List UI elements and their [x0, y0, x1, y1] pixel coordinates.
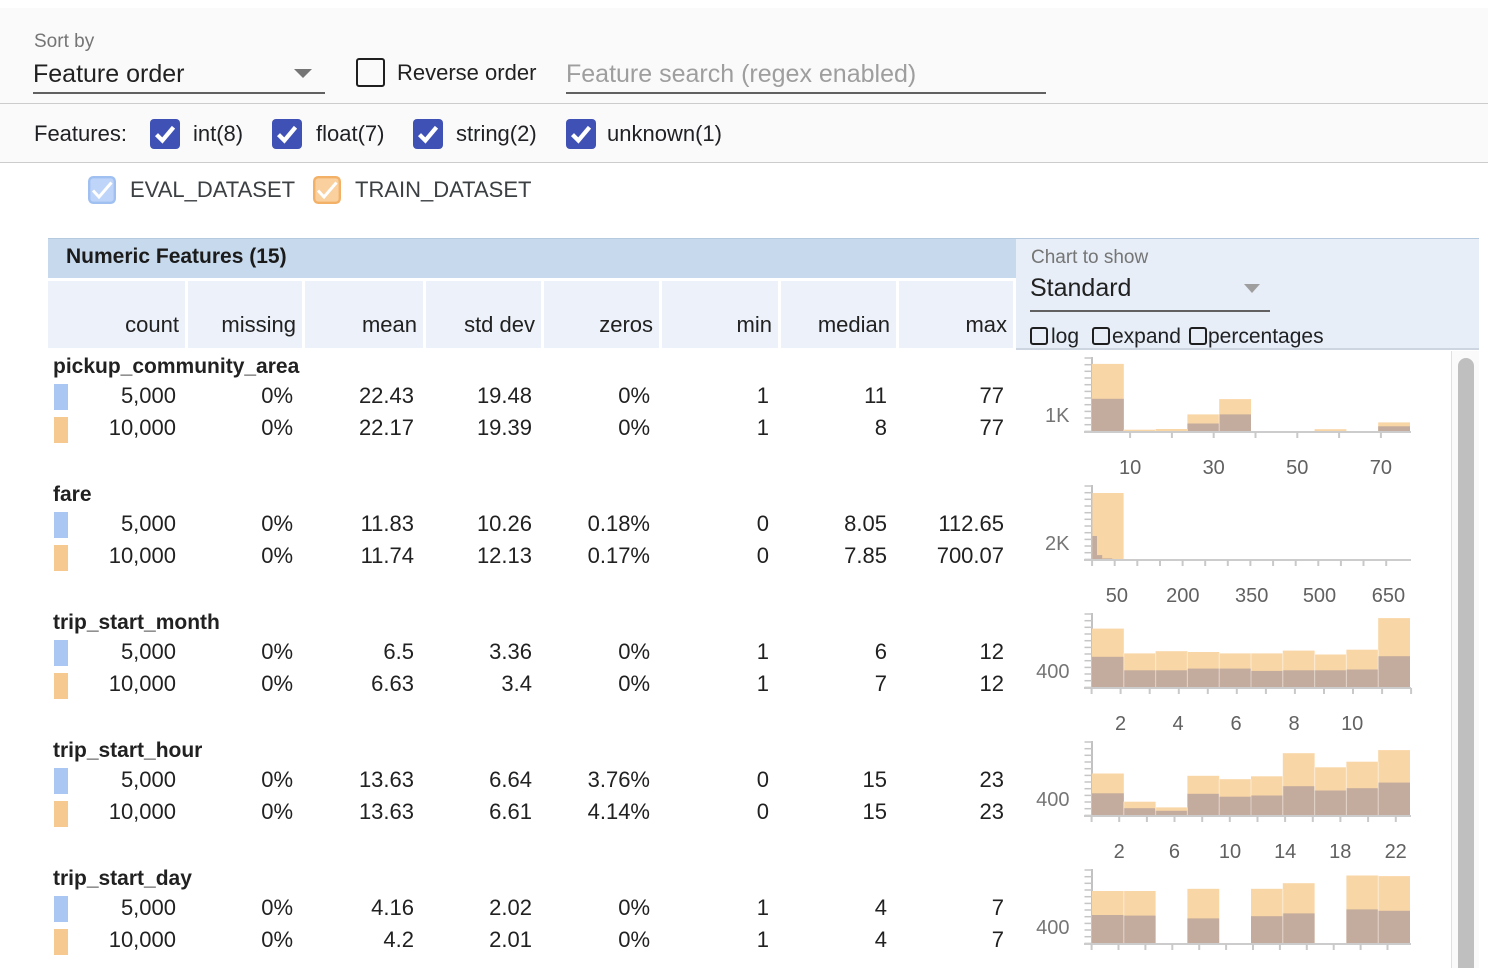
svg-text:1K: 1K — [1045, 405, 1070, 427]
svg-text:6: 6 — [1230, 713, 1241, 735]
svg-text:18: 18 — [1329, 841, 1351, 863]
svg-text:10: 10 — [1341, 713, 1363, 735]
svg-text:6: 6 — [1169, 841, 1180, 863]
svg-text:50: 50 — [1286, 457, 1308, 479]
svg-text:400: 400 — [1036, 789, 1069, 811]
svg-text:2: 2 — [1114, 841, 1125, 863]
svg-text:2K: 2K — [1045, 533, 1070, 555]
svg-text:200: 200 — [1166, 585, 1199, 607]
svg-text:22: 22 — [1385, 841, 1407, 863]
svg-text:350: 350 — [1235, 585, 1268, 607]
svg-text:10: 10 — [1119, 457, 1141, 479]
svg-text:2: 2 — [1115, 713, 1126, 735]
svg-text:50: 50 — [1106, 585, 1128, 607]
svg-text:400: 400 — [1036, 661, 1069, 683]
svg-text:70: 70 — [1370, 457, 1392, 479]
svg-text:650: 650 — [1372, 585, 1405, 607]
svg-text:30: 30 — [1203, 457, 1225, 479]
svg-text:4: 4 — [1172, 713, 1183, 735]
svg-text:10: 10 — [1219, 841, 1241, 863]
svg-text:8: 8 — [1289, 713, 1300, 735]
svg-text:14: 14 — [1274, 841, 1296, 863]
svg-text:500: 500 — [1303, 585, 1336, 607]
svg-text:400: 400 — [1036, 917, 1069, 939]
